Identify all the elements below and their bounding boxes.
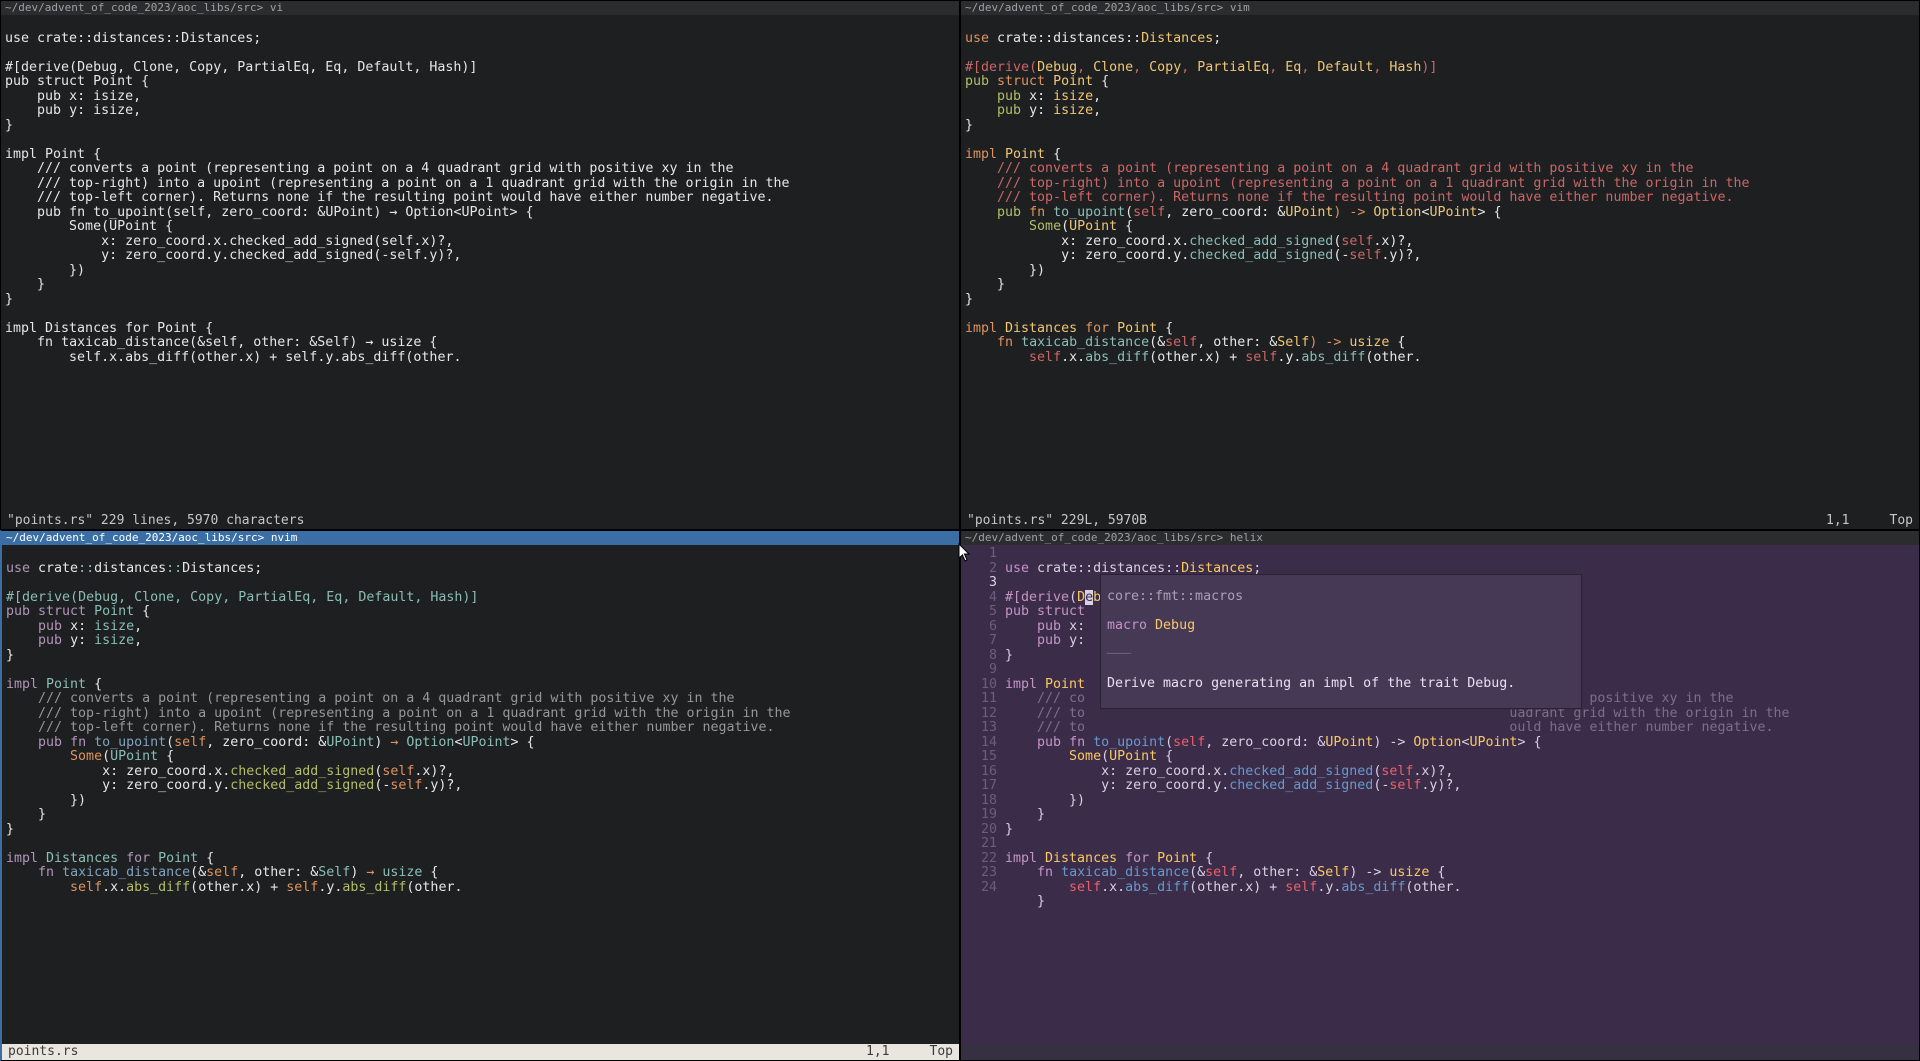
cursor: e (1085, 590, 1093, 605)
statusbar-nvim: points.rs 1,1 Top (2, 1044, 959, 1060)
status-file: "points.rs" 229L, 5970B (967, 513, 1147, 529)
status-scroll: Top (1890, 513, 1913, 529)
editor-helix[interactable]: 123456789101112131415161718192021222324 … (961, 545, 1919, 1044)
status-scroll: Top (930, 1044, 953, 1060)
statusbar-helix: NOR points.rs 1 sel 3:11 (961, 1044, 1919, 1060)
statusbar-vim: "points.rs" 229L, 5970B 1,1 Top (961, 513, 1919, 529)
editor-vi[interactable]: use crate::distances::Distances; #[deriv… (1, 15, 959, 513)
titlebar-nvim[interactable]: ~/dev/advent_of_code_2023/aoc_libs/src> … (2, 531, 959, 545)
titlebar-helix[interactable]: ~/dev/advent_of_code_2023/aoc_libs/src> … (961, 531, 1919, 545)
code-area[interactable]: use crate::distances::Distances; #[deriv… (1005, 547, 1915, 1042)
pane-vi: ~/dev/advent_of_code_2023/aoc_libs/src> … (0, 0, 960, 530)
pane-helix: ~/dev/advent_of_code_2023/aoc_libs/src> … (960, 530, 1920, 1061)
hover-documentation-popup: core::fmt::macros macro Debug ─── Derive… (1101, 575, 1581, 708)
titlebar-vim[interactable]: ~/dev/advent_of_code_2023/aoc_libs/src> … (961, 1, 1919, 15)
status-pos: 1,1 (1826, 513, 1849, 529)
status-pos: 1,1 (866, 1044, 889, 1060)
status-text: "points.rs" 229 lines, 5970 characters (7, 513, 304, 529)
pane-vim: ~/dev/advent_of_code_2023/aoc_libs/src> … (960, 0, 1920, 530)
statusbar-vi: "points.rs" 229 lines, 5970 characters (1, 513, 959, 529)
editor-nvim[interactable]: use crate::distances::Distances; #[deriv… (2, 545, 959, 1044)
pane-nvim: ~/dev/advent_of_code_2023/aoc_libs/src> … (0, 530, 960, 1061)
titlebar-vi[interactable]: ~/dev/advent_of_code_2023/aoc_libs/src> … (1, 1, 959, 15)
gutter: 123456789101112131415161718192021222324 (965, 547, 1005, 1042)
status-file: points.rs (8, 1044, 78, 1060)
editor-vim[interactable]: use crate::distances::Distances; #[deriv… (961, 15, 1919, 513)
